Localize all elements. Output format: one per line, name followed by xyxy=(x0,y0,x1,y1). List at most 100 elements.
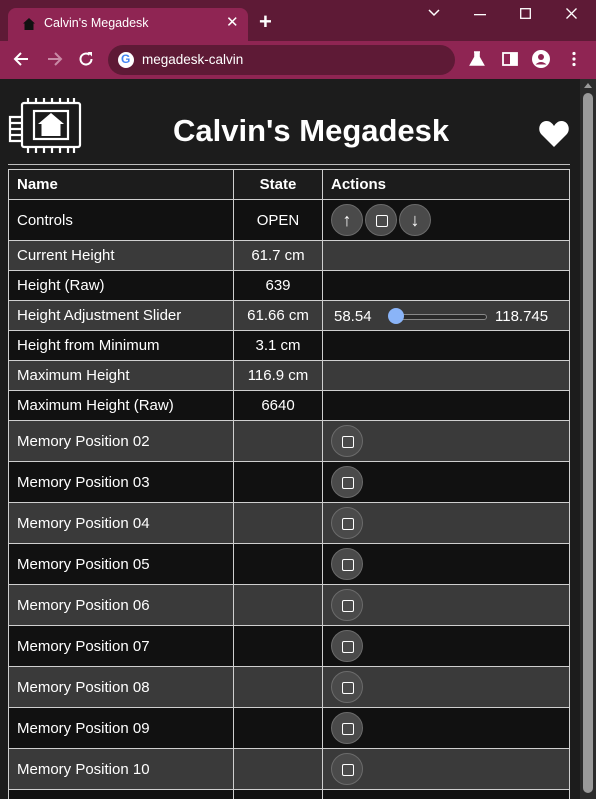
maximize-icon[interactable] xyxy=(520,8,531,19)
url-text[interactable]: megadesk-calvin xyxy=(142,52,243,67)
row-state xyxy=(233,707,323,749)
row-state xyxy=(233,666,323,708)
header-state: State xyxy=(233,169,323,200)
row-name: Memory Position 09 xyxy=(8,707,234,749)
browser-tab[interactable]: Calvin's Megadesk ✕ xyxy=(8,8,248,41)
memory-press-button[interactable] xyxy=(331,671,363,703)
row-actions xyxy=(322,390,570,421)
close-window-icon[interactable] xyxy=(566,8,577,19)
memory-press-button[interactable] xyxy=(331,630,363,662)
row-actions xyxy=(322,584,570,626)
memory-press-button[interactable] xyxy=(331,507,363,539)
press-icon xyxy=(342,764,354,776)
arrow-up-icon: ↑ xyxy=(342,210,352,230)
table-row: Memory Position 08 xyxy=(8,666,570,708)
address-bar[interactable]: G megadesk-calvin xyxy=(108,45,455,75)
browser-toolbar: G megadesk-calvin xyxy=(0,41,596,79)
profile-avatar-icon[interactable] xyxy=(531,49,551,69)
row-actions: ↑ ↓ xyxy=(322,199,570,241)
row-state: 3.1 cm xyxy=(233,330,323,361)
menu-kebab-icon[interactable] xyxy=(564,49,584,69)
tab-close-icon[interactable]: ✕ xyxy=(226,14,239,32)
row-state xyxy=(233,461,323,503)
height-slider[interactable]: 58.54 118.745 xyxy=(323,302,569,330)
memory-press-button[interactable] xyxy=(331,466,363,498)
table-row: Memory Position 05 xyxy=(8,543,570,585)
row-name: Memory Position 03 xyxy=(8,461,234,503)
slider-thumb[interactable] xyxy=(388,307,404,324)
memory-press-button[interactable] xyxy=(331,589,363,621)
table-row: Current Height 61.7 cm xyxy=(8,240,570,271)
memory-press-button[interactable] xyxy=(331,425,363,457)
row-actions xyxy=(322,502,570,544)
row-name: Current Height xyxy=(8,240,234,271)
row-actions xyxy=(322,420,570,462)
row-actions xyxy=(322,789,570,799)
back-icon[interactable] xyxy=(12,49,32,69)
press-icon xyxy=(342,600,354,612)
row-name: Height (Raw) xyxy=(8,270,234,301)
labs-flask-icon[interactable] xyxy=(467,49,487,69)
row-actions xyxy=(322,748,570,790)
press-icon xyxy=(342,641,354,653)
row-state: 639 xyxy=(233,270,323,301)
table-row: Maximum Height 116.9 cm xyxy=(8,360,570,391)
row-state: 61.7 cm xyxy=(233,240,323,271)
row-actions xyxy=(322,240,570,271)
reload-icon[interactable] xyxy=(76,49,96,69)
memory-press-button[interactable] xyxy=(331,753,363,785)
row-state: 61.66 cm xyxy=(233,300,323,331)
row-state xyxy=(233,625,323,667)
row-name xyxy=(8,789,234,799)
row-name: Memory Position 10 xyxy=(8,748,234,790)
row-state xyxy=(233,584,323,626)
row-state xyxy=(233,789,323,799)
row-actions xyxy=(322,330,570,361)
memory-press-button[interactable] xyxy=(331,712,363,744)
side-panel-icon[interactable] xyxy=(500,49,520,69)
row-actions xyxy=(322,543,570,585)
move-down-button[interactable]: ↓ xyxy=(399,204,431,236)
press-icon xyxy=(342,477,354,489)
house-logo-icon xyxy=(8,98,82,153)
row-state xyxy=(233,543,323,585)
page-viewport: Calvin's Megadesk Name State Actions Con… xyxy=(0,79,580,799)
table-row: Memory Position 10 xyxy=(8,748,570,790)
row-name: Memory Position 05 xyxy=(8,543,234,585)
row-state xyxy=(233,502,323,544)
stop-button[interactable] xyxy=(365,204,397,236)
table-row: Memory Position 03 xyxy=(8,461,570,503)
header-actions: Actions xyxy=(322,169,570,200)
move-up-button[interactable]: ↑ xyxy=(331,204,363,236)
scroll-up-arrow-icon[interactable] xyxy=(584,83,592,88)
press-icon xyxy=(342,723,354,735)
table-row: Controls OPEN ↑ ↓ xyxy=(8,199,570,241)
row-state xyxy=(233,420,323,462)
page-header: Calvin's Megadesk xyxy=(8,97,570,165)
forward-icon[interactable] xyxy=(44,49,64,69)
memory-press-button[interactable] xyxy=(331,548,363,580)
google-icon: G xyxy=(118,52,134,68)
tab-search-chevron-icon[interactable] xyxy=(428,9,440,17)
scroll-thumb[interactable] xyxy=(583,93,593,793)
row-actions xyxy=(322,270,570,301)
heart-icon[interactable] xyxy=(538,119,570,149)
minimize-icon[interactable] xyxy=(474,14,486,16)
row-name: Memory Position 04 xyxy=(8,502,234,544)
row-state: OPEN xyxy=(233,199,323,241)
row-state xyxy=(233,748,323,790)
row-actions xyxy=(322,666,570,708)
table-row: Height Adjustment Slider 61.66 cm 58.54 118… xyxy=(8,300,570,331)
row-actions xyxy=(322,461,570,503)
row-name: Maximum Height (Raw) xyxy=(8,390,234,421)
table-row: Memory Position 04 xyxy=(8,502,570,544)
row-name: Memory Position 07 xyxy=(8,625,234,667)
scrollbar[interactable] xyxy=(580,79,596,799)
header-name: Name xyxy=(8,169,234,200)
row-actions xyxy=(322,625,570,667)
row-name: Memory Position 02 xyxy=(8,420,234,462)
table-row xyxy=(8,789,570,799)
new-tab-icon[interactable]: + xyxy=(259,11,272,33)
row-name: Memory Position 06 xyxy=(8,584,234,626)
browser-titlebar: Calvin's Megadesk ✕ + xyxy=(0,0,596,41)
